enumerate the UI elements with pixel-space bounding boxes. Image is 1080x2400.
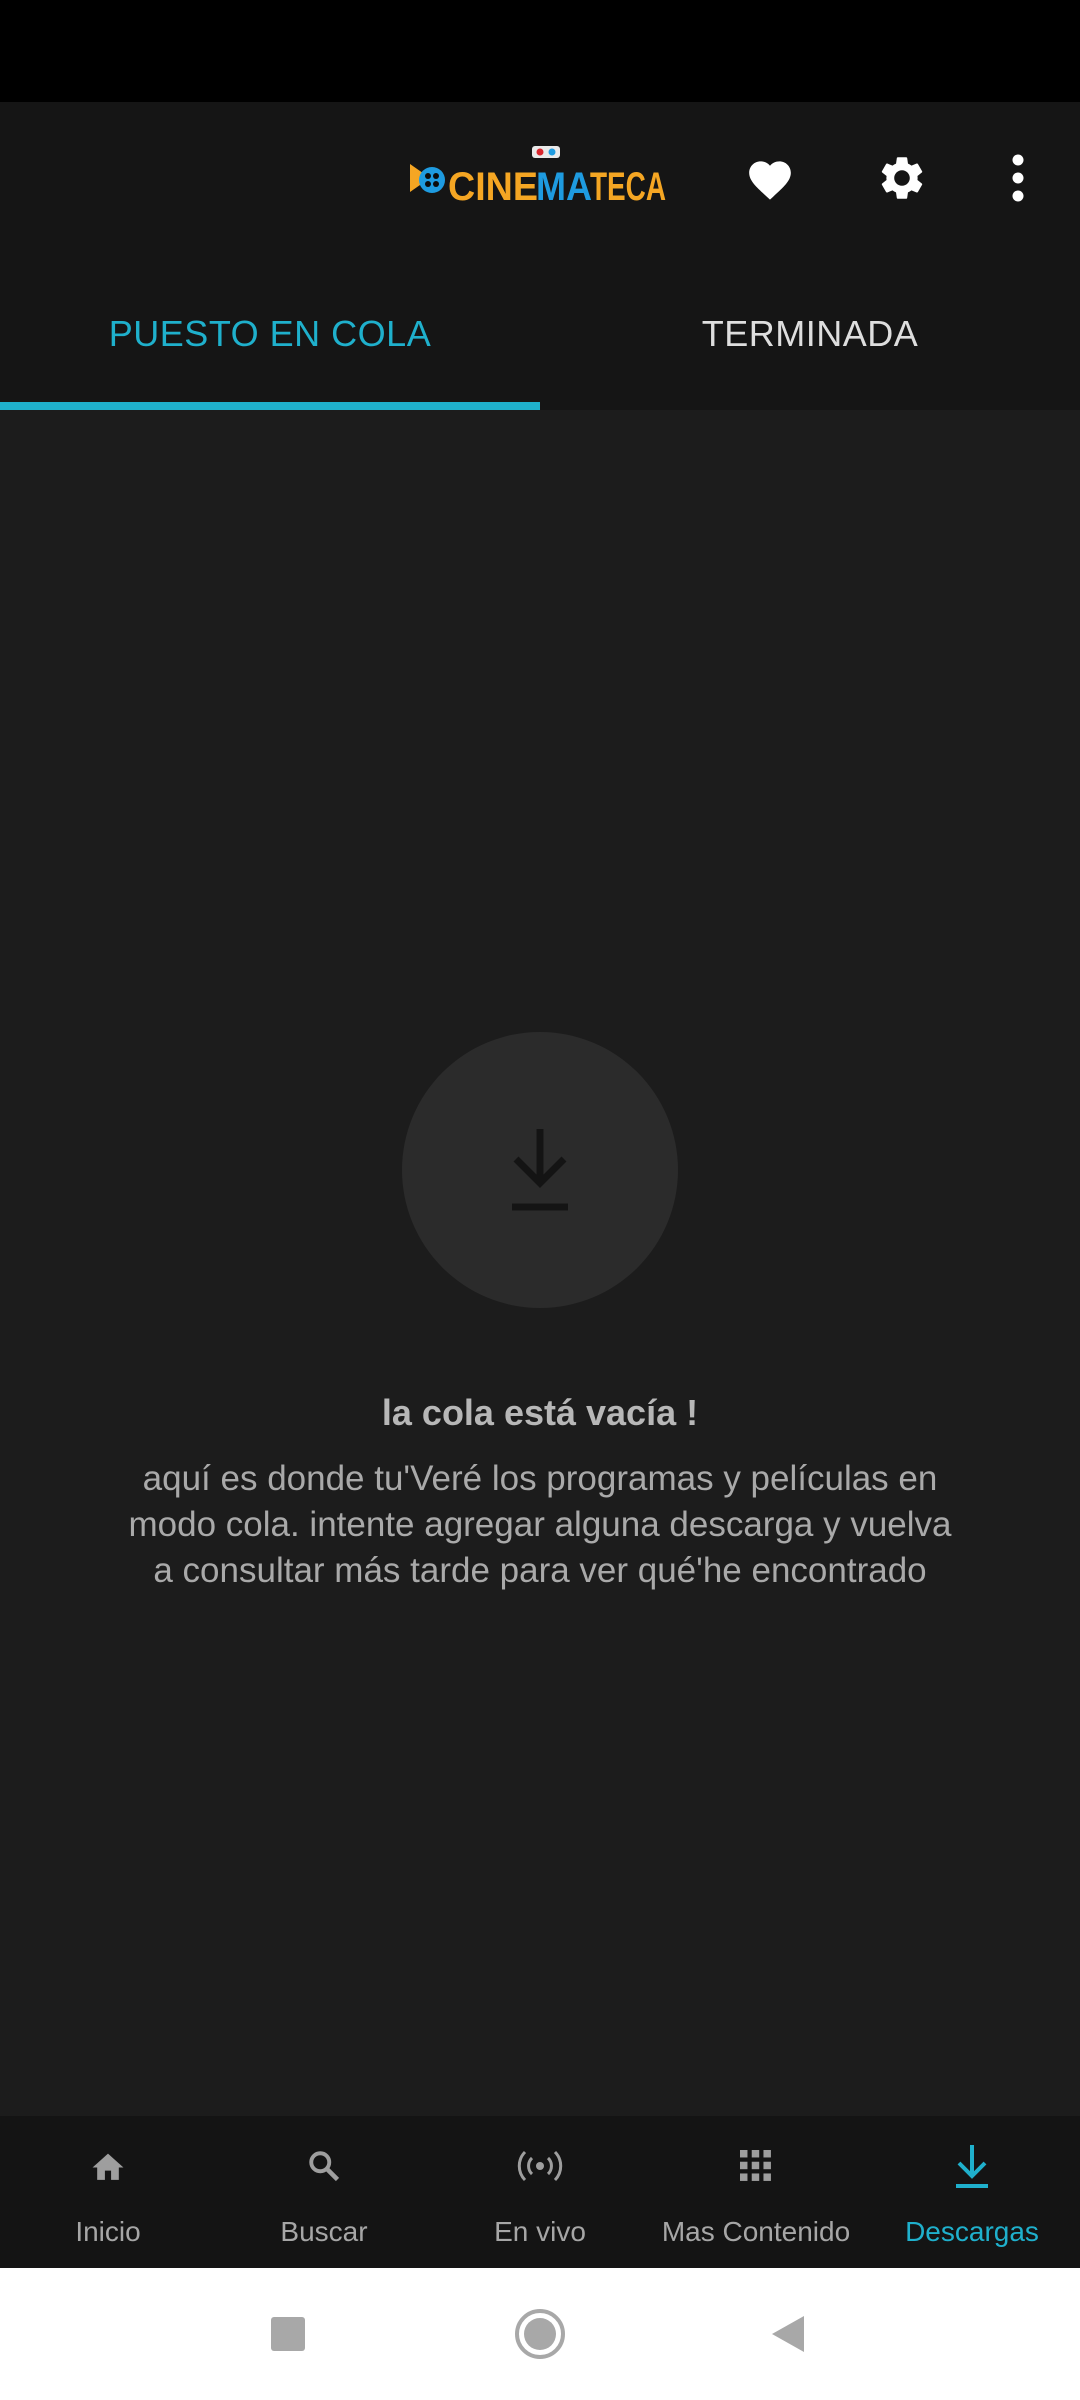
- search-icon: [309, 2151, 340, 2182]
- home-icon: [92, 2153, 124, 2180]
- system-navigation-bar: [0, 2268, 1080, 2400]
- heart-icon: [749, 161, 791, 200]
- nav-item-buscar[interactable]: Buscar: [216, 2116, 432, 2268]
- status-bar: [0, 0, 1080, 102]
- settings-button[interactable]: [862, 138, 942, 218]
- recents-square-icon: [271, 2317, 305, 2351]
- more-vert-icon: [1012, 154, 1024, 202]
- nav-label: Buscar: [280, 2216, 368, 2247]
- home-button[interactable]: [508, 2302, 572, 2366]
- nav-item-descargas[interactable]: Descargas: [864, 2116, 1080, 2268]
- download-icon: [956, 2145, 988, 2188]
- back-button[interactable]: [756, 2302, 820, 2366]
- tab-queued[interactable]: PUESTO EN COLA: [0, 258, 540, 410]
- live-broadcast-icon: [517, 2150, 563, 2182]
- svg-text:TECA: TECA: [590, 165, 666, 209]
- recents-button[interactable]: [256, 2302, 320, 2366]
- empty-state-description: aquí es donde tu'Veré los programas y pe…: [128, 1459, 952, 1590]
- nav-label: En vivo: [494, 2216, 586, 2247]
- svg-text:MA: MA: [536, 165, 592, 209]
- back-triangle-icon: [772, 2316, 804, 2352]
- nav-label: Inicio: [75, 2216, 141, 2247]
- download-icon: [512, 1129, 568, 1211]
- download-tabs: PUESTO EN COLA TERMINADA: [0, 258, 1080, 410]
- empty-state-title: la cola está vacía !: [381, 1392, 699, 1433]
- svg-text:CINE: CINE: [448, 165, 538, 209]
- active-tab-indicator: [0, 402, 540, 410]
- app-bar: CINE MA TECA: [0, 102, 1080, 258]
- empty-state-badge: [402, 1032, 678, 1308]
- tab-finished[interactable]: TERMINADA: [540, 258, 1080, 410]
- queue-content: la cola está vacía ! aquí es donde tu'Ve…: [0, 410, 1080, 2116]
- more-options-button[interactable]: [988, 138, 1048, 218]
- nav-label: Descargas: [905, 2216, 1039, 2247]
- gear-icon: [881, 157, 923, 199]
- nav-item-en-vivo[interactable]: En vivo: [432, 2116, 648, 2268]
- home-circle-icon: [515, 2309, 565, 2359]
- apps-grid-icon: [740, 2150, 771, 2181]
- bottom-navigation: Inicio Buscar En vivo Mas Contenido Desc…: [0, 2116, 1080, 2268]
- nav-item-inicio[interactable]: Inicio: [0, 2116, 216, 2268]
- cinemateca-logo: CINE MA TECA: [408, 142, 668, 214]
- nav-label: Mas Contenido: [661, 2216, 851, 2247]
- nav-item-mas-contenido[interactable]: Mas Contenido: [648, 2116, 864, 2268]
- favorites-button[interactable]: [730, 138, 810, 218]
